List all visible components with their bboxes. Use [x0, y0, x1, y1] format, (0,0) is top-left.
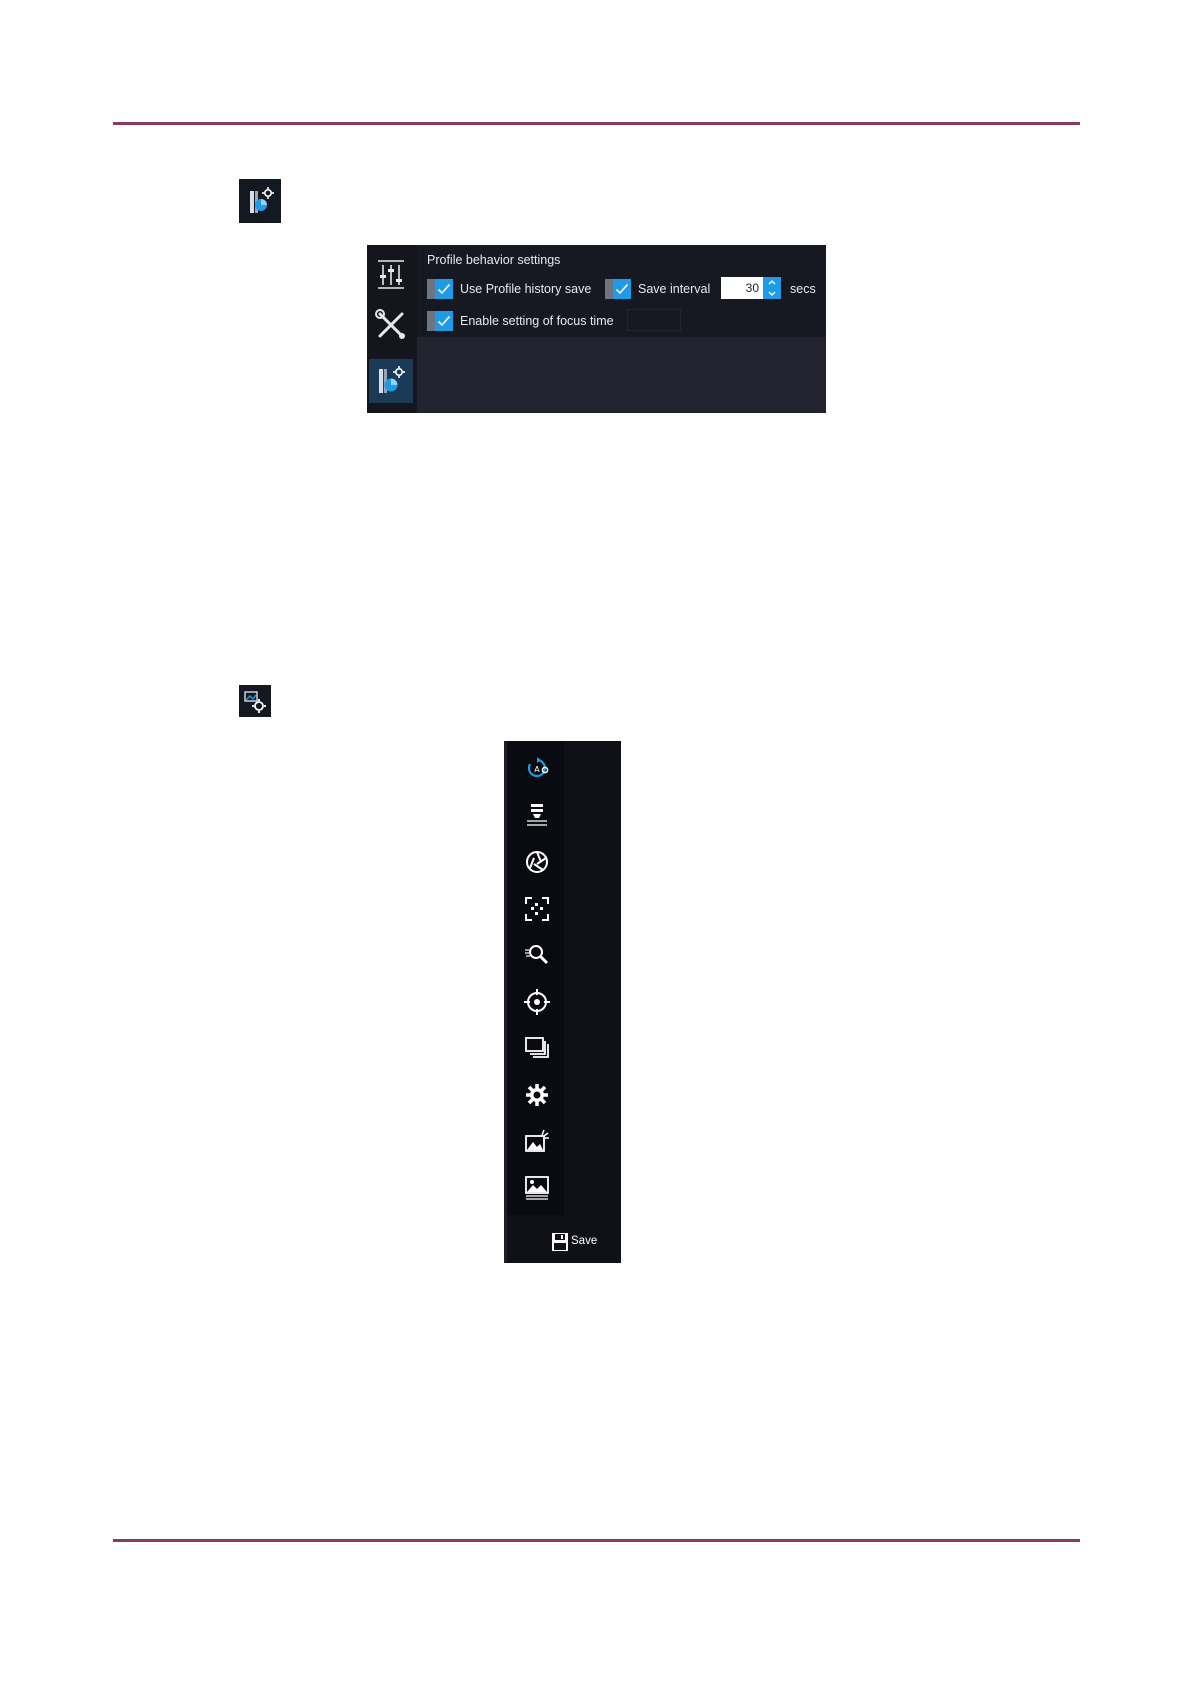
panel-title: Profile behavior settings	[427, 253, 561, 267]
image-toolbar: A Save	[504, 741, 621, 1263]
autofocus-area-button[interactable]	[522, 894, 552, 924]
rail-sliders-button[interactable]	[369, 251, 413, 295]
chevron-up-icon	[768, 280, 776, 285]
image-settings-icon	[239, 685, 271, 717]
auto-mode-button[interactable]: A	[522, 753, 552, 783]
focus-time-label: Enable setting of focus time	[460, 314, 614, 328]
toolbar-icon-column: A	[507, 741, 564, 1215]
use-history-label: Use Profile history save	[460, 282, 592, 296]
checkmark-icon	[615, 283, 629, 295]
save-interval-input[interactable]	[721, 277, 763, 299]
layers-icon	[525, 1037, 549, 1058]
aperture-button[interactable]	[522, 847, 552, 877]
tools-icon	[375, 309, 405, 339]
header-rule	[113, 122, 1080, 125]
chevron-down-icon	[768, 291, 776, 296]
image-adjust-icon	[525, 1129, 549, 1152]
checkmark-icon	[437, 315, 451, 327]
rail-tools-button[interactable]	[369, 303, 413, 347]
profile-settings-icon	[379, 366, 405, 393]
save-interval-label: Save interval	[638, 282, 711, 296]
footer-rule	[113, 1539, 1080, 1542]
zoom-icon	[525, 945, 549, 965]
light-source-icon	[527, 804, 547, 826]
floppy-disk-icon	[552, 1233, 568, 1251]
auto-mode-icon: A	[527, 757, 549, 778]
svg-text:A: A	[534, 765, 540, 774]
profile-settings-icon	[239, 179, 281, 223]
light-source-button[interactable]	[522, 800, 552, 830]
profile-settings-panel: Profile behavior settings Use Profile hi…	[367, 245, 826, 413]
image-settings-icon	[525, 1176, 549, 1200]
target-icon	[524, 989, 550, 1015]
image-settings-button[interactable]	[522, 1173, 552, 1203]
settings-side-rail	[367, 245, 417, 413]
spin-up-button[interactable]	[763, 277, 781, 288]
spin-down-button[interactable]	[763, 288, 781, 299]
use-history-checkbox[interactable]	[427, 279, 453, 299]
rail-profile-button[interactable]	[369, 359, 413, 403]
save-interval-unit: secs	[790, 282, 816, 296]
save-label: Save	[571, 1235, 598, 1247]
settings-content: Profile behavior settings Use Profile hi…	[417, 245, 826, 337]
checkmark-icon	[437, 283, 451, 295]
sliders-icon	[378, 260, 404, 289]
save-interval-spinner	[763, 277, 781, 299]
save-button[interactable]: Save	[551, 1231, 601, 1253]
autofocus-area-icon	[525, 897, 549, 921]
zoom-button[interactable]	[522, 940, 552, 970]
layers-button[interactable]	[522, 1033, 552, 1063]
save-interval-checkbox[interactable]	[605, 279, 631, 299]
gear-button[interactable]	[522, 1080, 552, 1110]
image-adjust-button[interactable]	[522, 1127, 552, 1157]
target-button[interactable]	[522, 987, 552, 1017]
gear-icon	[526, 1084, 548, 1106]
focus-time-checkbox[interactable]	[427, 311, 453, 331]
aperture-icon	[526, 851, 548, 873]
focus-time-field[interactable]	[627, 309, 681, 331]
